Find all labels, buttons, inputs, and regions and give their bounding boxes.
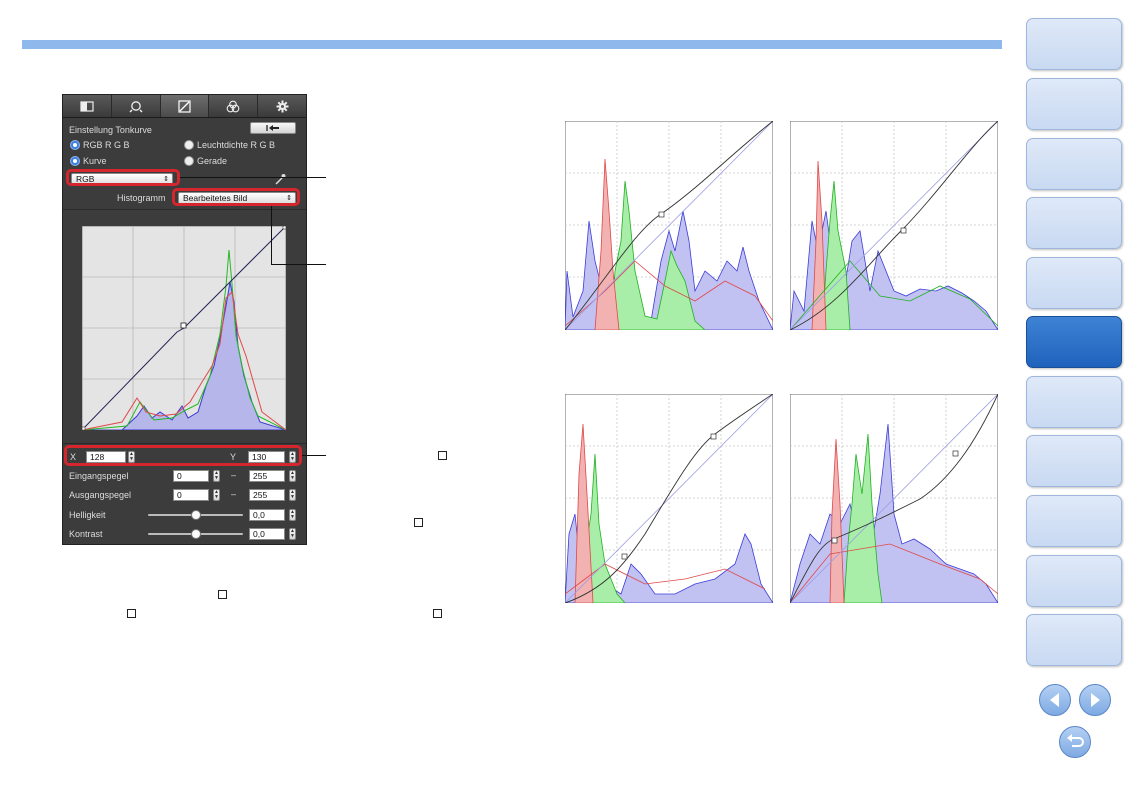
control-point-symbol — [414, 518, 423, 527]
output-level-min-stepper[interactable]: ▲ ▼ — [213, 489, 220, 501]
brightness-stepper[interactable]: ▲ ▼ — [289, 509, 296, 521]
input-level-dash: – — [231, 470, 237, 480]
output-level-min[interactable]: 0 — [173, 489, 209, 501]
input-level-max-stepper[interactable]: ▲ ▼ — [289, 470, 296, 482]
example-curve-graph-3 — [565, 394, 773, 603]
tab-basic-adjust[interactable] — [63, 95, 112, 117]
arrow-right-icon — [1091, 693, 1100, 707]
brightness-input[interactable]: 0,0 — [249, 509, 285, 521]
radio-straight-label: Gerade — [197, 156, 228, 166]
nav-chapter-button[interactable] — [1026, 495, 1122, 547]
histogram-label: Histogramm — [117, 193, 166, 203]
nav-chapter-button[interactable] — [1026, 197, 1122, 249]
reset-curve-button[interactable] — [250, 122, 296, 134]
next-page-button[interactable] — [1079, 684, 1111, 716]
detail-icon — [129, 100, 143, 113]
divider — [63, 209, 306, 210]
callout-line-xy — [302, 455, 326, 456]
brightness-slider-handle[interactable] — [190, 510, 201, 520]
callout-line-channel — [180, 177, 326, 178]
radio-luminance[interactable] — [184, 140, 194, 150]
arrow-left-icon — [1050, 693, 1059, 707]
control-point-symbol — [433, 609, 442, 618]
nav-chapter-button[interactable] — [1026, 138, 1122, 190]
radio-rgb-label: RGB R G B — [83, 140, 130, 150]
xy-highlight — [64, 445, 302, 466]
control-point-symbol — [218, 590, 227, 599]
input-level-min-stepper[interactable]: ▲ ▼ — [213, 470, 220, 482]
settings-icon — [276, 100, 288, 112]
contrast-stepper[interactable]: ▲ ▼ — [289, 528, 296, 540]
callout-line-histogram-h — [271, 264, 326, 265]
tone-curve-icon — [178, 99, 191, 113]
brightness-label: Helligkeit — [69, 510, 106, 520]
radio-curve[interactable] — [70, 156, 80, 166]
callout-line-histogram-v — [271, 206, 272, 264]
channel-highlight — [66, 169, 180, 186]
nav-chapter-button[interactable] — [1026, 376, 1122, 428]
nav-chapter-button[interactable] — [1026, 555, 1122, 607]
nav-chapter-button[interactable] — [1026, 435, 1122, 487]
contrast-label: Kontrast — [69, 529, 103, 539]
return-icon — [1067, 734, 1084, 747]
radio-straight[interactable] — [184, 156, 194, 166]
radio-rgb[interactable] — [70, 140, 80, 150]
tone-curve-panel: Einstellung Tonkurve RGB R G B Leuchtdic… — [62, 94, 307, 545]
nav-chapter-button[interactable] — [1026, 316, 1122, 368]
tone-curve-title: Einstellung Tonkurve — [69, 125, 152, 135]
reset-icon — [266, 125, 279, 131]
control-point-symbol — [438, 451, 447, 460]
tone-curve-graph[interactable] — [82, 226, 286, 430]
back-button[interactable] — [1059, 726, 1091, 758]
tab-tone-curve[interactable] — [161, 95, 209, 117]
nav-chapter-button[interactable] — [1026, 257, 1122, 309]
prev-page-button[interactable] — [1039, 684, 1071, 716]
tab-detail[interactable] — [112, 95, 161, 117]
radio-curve-label: Kurve — [83, 156, 107, 166]
histogram-highlight — [172, 188, 300, 206]
divider — [63, 443, 306, 444]
input-level-min[interactable]: 0 — [173, 470, 209, 482]
example-curve-graph-1 — [565, 121, 773, 330]
input-level-label: Eingangspegel — [69, 471, 129, 481]
output-level-max[interactable]: 255 — [249, 489, 285, 501]
color-icon — [226, 100, 240, 112]
tab-settings[interactable] — [258, 95, 306, 117]
nav-chapter-button[interactable] — [1026, 78, 1122, 130]
output-level-dash: – — [231, 489, 237, 499]
control-point-symbol — [127, 609, 136, 618]
contrast-slider-handle[interactable] — [190, 529, 201, 539]
tab-color[interactable] — [209, 95, 258, 117]
output-level-max-stepper[interactable]: ▲ ▼ — [289, 489, 296, 501]
basic-adjust-icon — [80, 100, 94, 112]
example-curve-graph-4 — [790, 394, 998, 603]
output-level-label: Ausgangspegel — [69, 490, 132, 500]
example-curve-graph-2 — [790, 121, 998, 330]
eyedropper-icon[interactable] — [273, 172, 287, 186]
contrast-input[interactable]: 0,0 — [249, 528, 285, 540]
curve-control-point[interactable] — [180, 322, 187, 329]
page-header-bar — [22, 40, 1002, 49]
radio-luminance-label: Leuchtdichte R G B — [197, 140, 276, 150]
nav-chapter-button[interactable] — [1026, 614, 1122, 666]
tool-palette-tabs — [63, 95, 306, 118]
input-level-max[interactable]: 255 — [249, 470, 285, 482]
nav-chapter-button[interactable] — [1026, 18, 1122, 70]
